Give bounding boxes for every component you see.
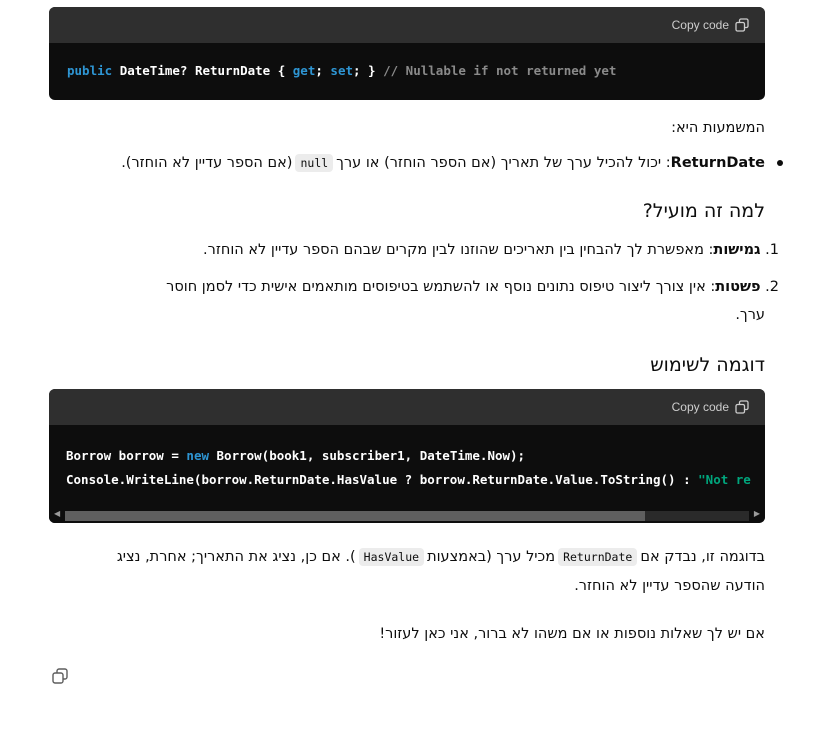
code-block-declaration: Copy code public DateTime? ReturnDate { …: [49, 7, 765, 100]
code-comment: // Nullable if not returned yet: [383, 63, 617, 78]
scroll-thumb[interactable]: [65, 511, 645, 521]
heading-why-useful: למה זה מועיל?: [642, 200, 765, 222]
explanation-line-1: בדוגמה זו, נבדק אםReturnDateמכיל ערך (בא…: [117, 548, 765, 566]
explanation-line-2: הודעה שהספר עדיין לא הוחזר.: [574, 578, 765, 594]
code-block-header: Copy code: [49, 7, 765, 43]
code-keyword: public: [67, 63, 113, 78]
copy-code-button[interactable]: Copy code: [672, 18, 749, 32]
bullet-item: ReturnDate: יכול להכיל ערך של תאריך (אם …: [121, 154, 783, 172]
list-number: 1.: [765, 242, 779, 258]
code-text: Console.WriteLine(borrow.ReturnDate.HasV…: [66, 472, 699, 487]
scroll-track[interactable]: [65, 511, 749, 521]
scroll-right-icon[interactable]: ▶: [754, 509, 760, 518]
code-text: Borrow(book1, subscriber1, DateTime.Now)…: [209, 448, 526, 463]
explanation-text: בדוגמה זו, נבדק אם: [640, 549, 765, 565]
bullet-text-after: (אם הספר עדיין לא הוחזר).: [121, 155, 293, 171]
scroll-left-icon[interactable]: ◀: [54, 509, 60, 518]
copy-code-label: Copy code: [671, 400, 729, 414]
list-text: : אין צורך ליצור טיפוס נתונים נוסף או לה…: [166, 279, 716, 295]
copy-icon: [735, 400, 749, 414]
explanation-text: ). אם כן, נציג את התאריך; אחרת, נציג: [116, 549, 356, 565]
code-string: "Not re: [698, 472, 751, 487]
meaning-intro: המשמעות היא:: [671, 120, 765, 136]
code-text: ;: [315, 63, 331, 78]
list-term: גמישות: [713, 242, 761, 258]
explanation-text: מכיל ערך (באמצעות: [427, 549, 556, 565]
copy-code-button[interactable]: Copy code: [672, 400, 749, 414]
code-text: Borrow borrow =: [66, 448, 187, 463]
bullet-text-before: : יכול להכיל ערך של תאריך (אם הספר הוחזר…: [336, 155, 671, 171]
list-term: פשטות: [715, 279, 761, 295]
list-item-2-continuation: ערך.: [735, 307, 765, 323]
code-text: ; }: [353, 63, 384, 78]
code-block-example: Copy code Borrow borrow = new Borrow(boo…: [49, 389, 765, 523]
code-keyword: get: [292, 63, 316, 78]
copy-code-label: Copy code: [671, 18, 729, 32]
code-keyword: set: [330, 63, 353, 78]
code-block-header: Copy code: [49, 389, 765, 425]
inline-code-null: null: [295, 154, 334, 172]
inline-code-returndate: ReturnDate: [558, 548, 638, 566]
heading-usage-example: דוגמה לשימוש: [650, 354, 765, 376]
list-text: : מאפשרת לך להבחין בין תאריכים שהוזנו לב…: [203, 242, 714, 258]
bullet-term: ReturnDate: [670, 155, 765, 171]
inline-code-hasvalue: HasValue: [358, 548, 425, 566]
copy-icon: [735, 18, 749, 32]
code-text: DateTime? ReturnDate {: [119, 63, 293, 78]
list-number: 2.: [765, 279, 779, 295]
list-item-2: 2. פשטות: אין צורך ליצור טיפוס נתונים נו…: [166, 279, 779, 295]
code-content: public DateTime? ReturnDate { get; set; …: [49, 43, 765, 98]
list-item-1: 1. גמישות: מאפשרת לך להבחין בין תאריכים …: [203, 242, 779, 258]
horizontal-scrollbar[interactable]: ◀ ▶: [49, 507, 765, 523]
code-content: Borrow borrow = new Borrow(book1, subscr…: [49, 425, 765, 492]
copy-icon[interactable]: [52, 668, 68, 684]
closing-message: אם יש לך שאלות נוספות או אם משהו לא ברור…: [379, 626, 765, 642]
code-keyword: new: [186, 448, 209, 463]
bullet-dot: [777, 160, 783, 166]
